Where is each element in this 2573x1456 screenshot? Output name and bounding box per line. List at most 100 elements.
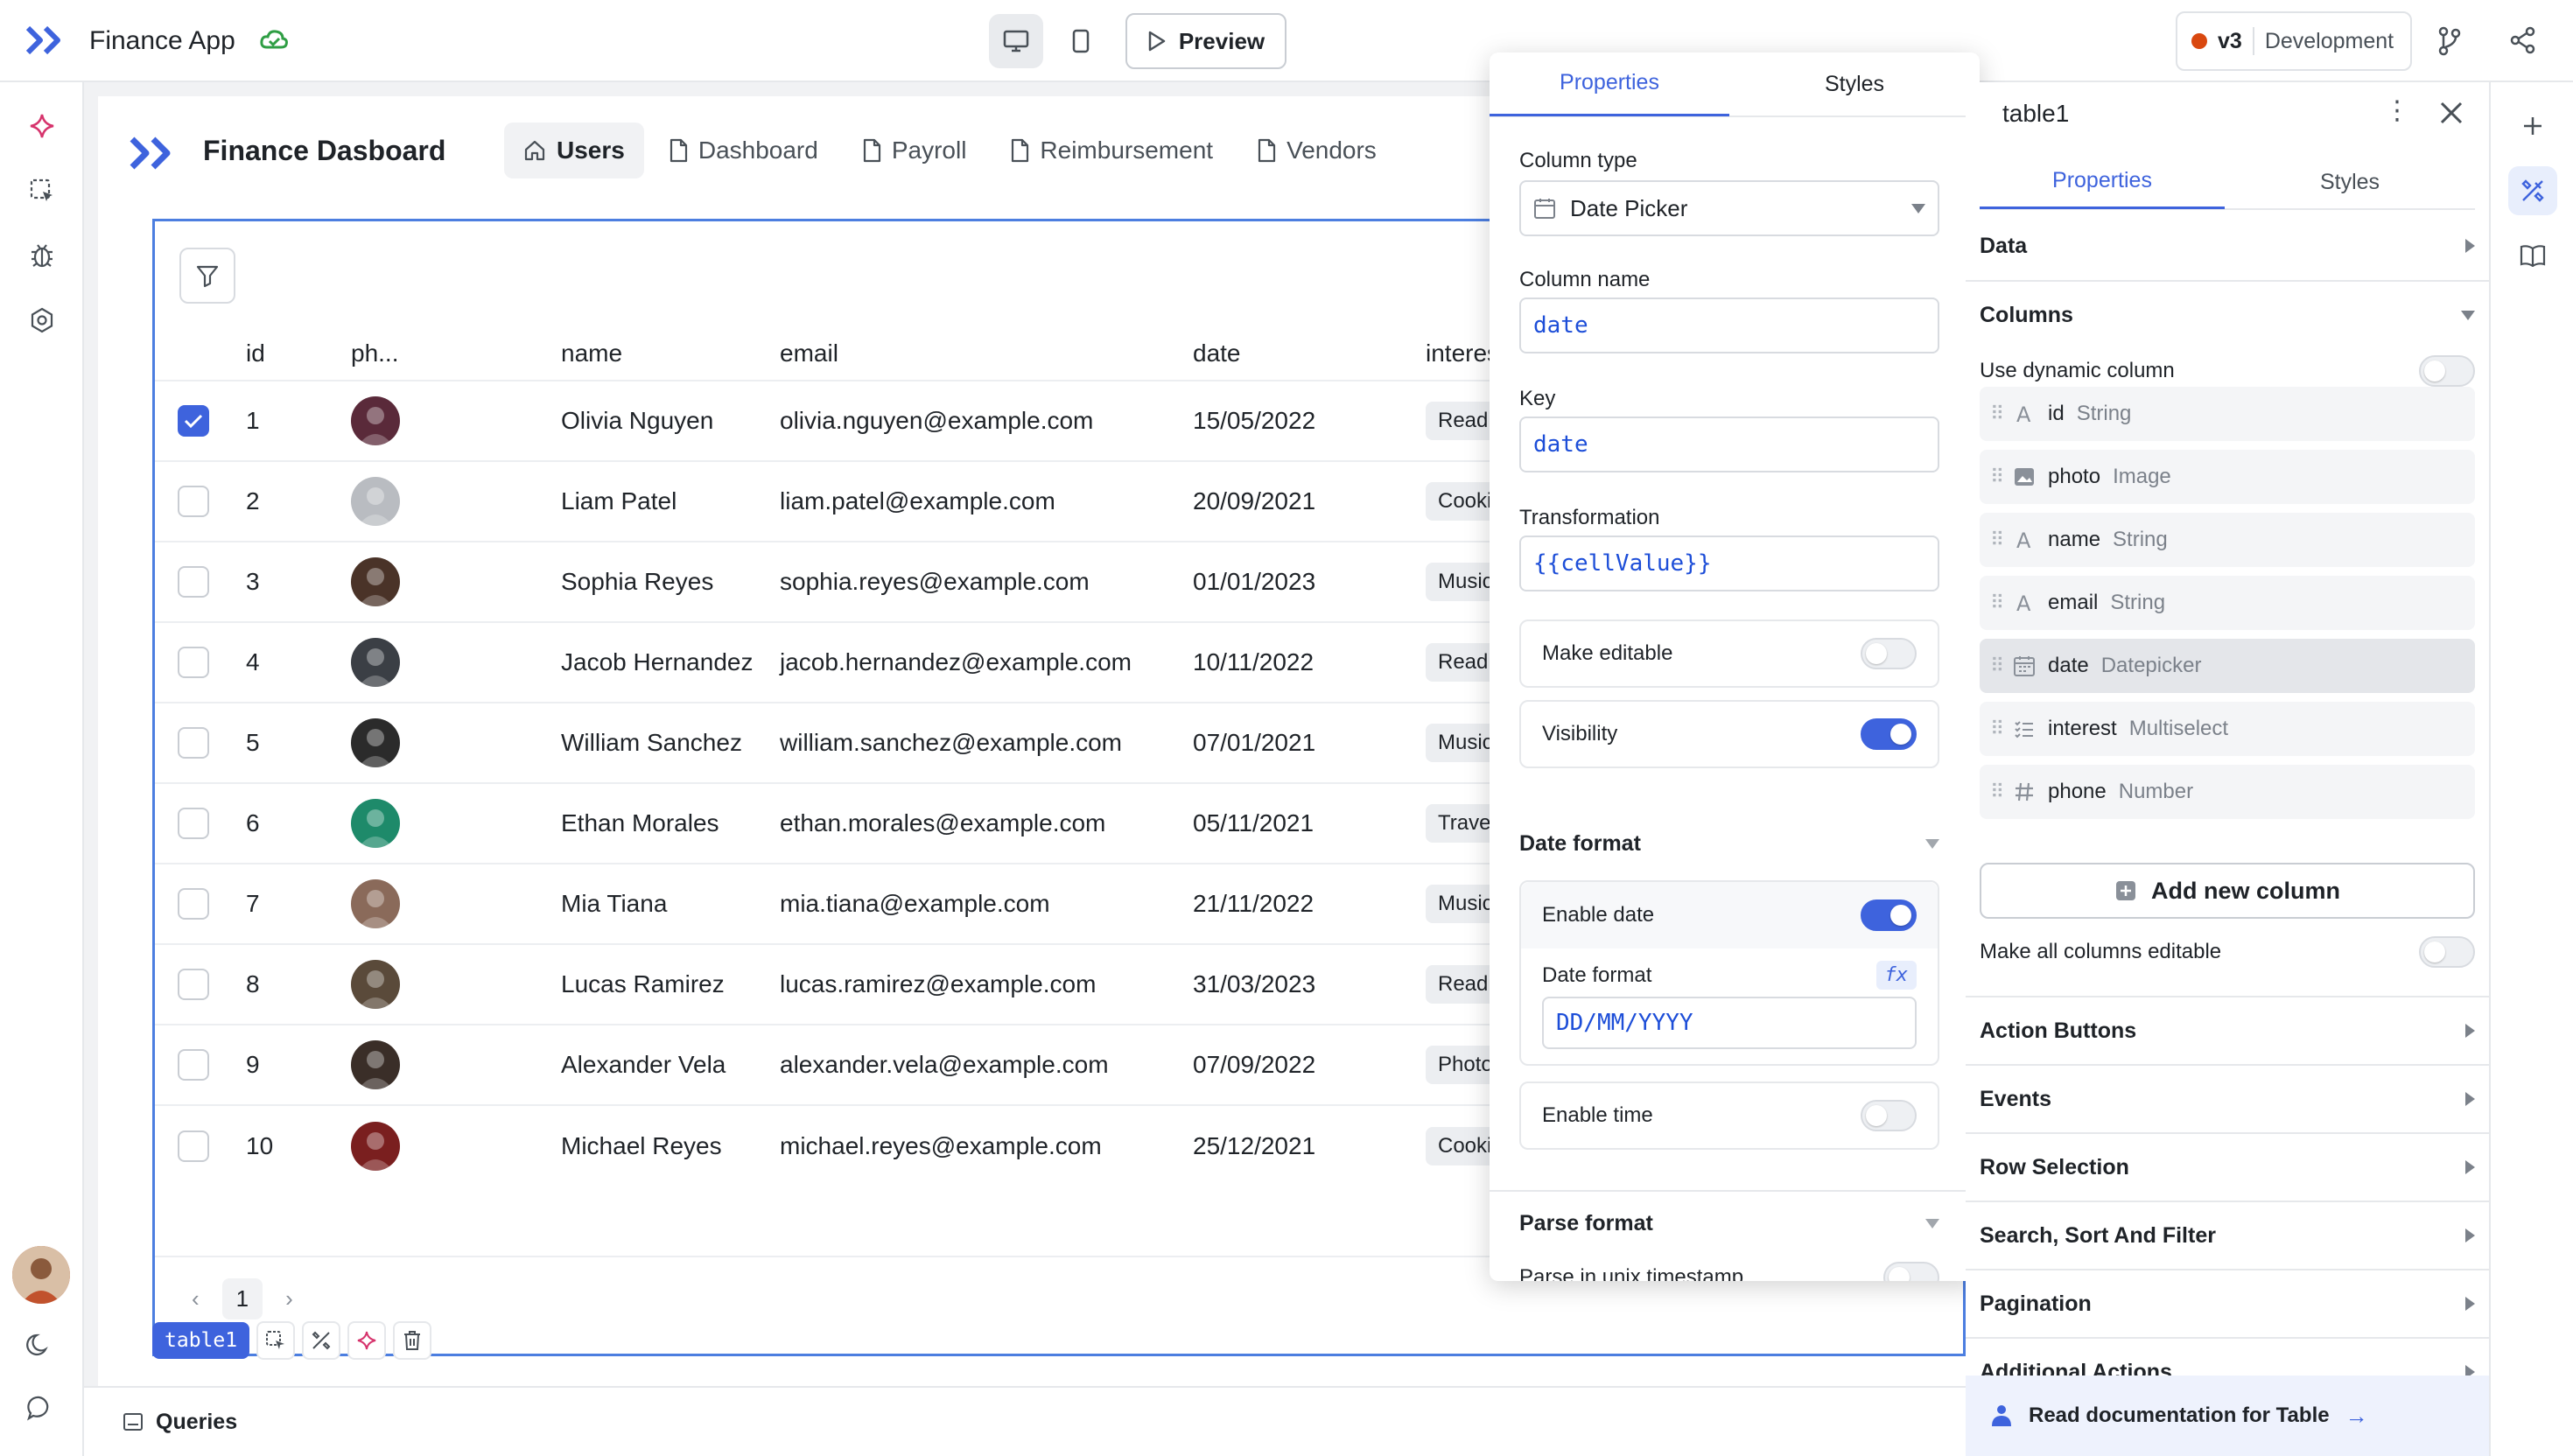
header-email[interactable]: email [780,326,1193,381]
section-columns[interactable]: Columns [1966,280,2489,348]
widget-name-badge[interactable]: table1 [152,1322,250,1359]
chevron-left-icon[interactable]: ‹ [192,1285,200,1312]
inspector-tab-styles[interactable]: Styles [2225,155,2475,209]
documentation-link[interactable]: Read documentation for Table → [1966,1376,2489,1456]
cell-date[interactable]: 21/11/2022 [1193,863,1426,944]
inspector-title[interactable]: table1 [2002,100,2069,128]
key-input[interactable]: date [1519,416,1939,472]
inspect-button[interactable] [302,1321,341,1360]
row-checkbox[interactable] [178,888,209,920]
parse-unix-toggle[interactable] [1883,1262,1939,1281]
tab-payroll[interactable]: Payroll [843,122,986,178]
environment-selector[interactable]: v3 Development [2176,11,2412,71]
row-checkbox[interactable] [178,647,209,678]
column-item-date[interactable]: ⠿ date Datepicker [1980,639,2475,693]
queries-panel[interactable]: Queries [84,1386,1966,1456]
mobile-view-button[interactable] [1054,14,1108,68]
drag-handle-icon[interactable]: ⠿ [1990,718,2009,740]
ai-sparkle-button[interactable] [18,102,67,150]
row-checkbox[interactable] [178,486,209,517]
parse-format-section-header[interactable]: Parse format [1519,1211,1939,1236]
chevron-right-icon[interactable]: › [285,1285,293,1312]
row-checkbox[interactable] [178,969,209,1000]
cell-date[interactable]: 07/01/2021 [1193,702,1426,783]
app-logo[interactable] [26,26,65,54]
inspector-tab-properties[interactable]: Properties [1980,155,2225,209]
drag-handle-icon[interactable]: ⠿ [1990,528,2009,551]
make-editable-toggle[interactable] [1861,638,1917,669]
header-date[interactable]: date [1193,326,1426,381]
section-pagination[interactable]: Pagination [1966,1269,2489,1337]
column-item-phone[interactable]: ⠿ phone Number [1980,765,2475,819]
settings-button[interactable] [18,296,67,345]
desktop-view-button[interactable] [989,14,1043,68]
fx-toggle[interactable]: fx [1875,961,1917,990]
select-tool-button[interactable] [18,166,67,215]
row-checkbox[interactable] [178,405,209,437]
header-name[interactable]: name [561,326,780,381]
row-checkbox[interactable] [178,808,209,839]
tab-users[interactable]: Users [504,122,644,178]
column-type-select[interactable]: Date Picker [1519,180,1939,236]
preview-button[interactable]: Preview [1125,13,1286,69]
add-column-button[interactable]: Add new column [1980,863,2475,919]
date-format-input[interactable]: DD/MM/YYYY [1542,997,1917,1049]
visibility-toggle[interactable] [1861,718,1917,750]
cell-date[interactable]: 10/11/2022 [1193,621,1426,703]
branch-icon[interactable] [2436,26,2463,60]
tab-vendors[interactable]: Vendors [1237,122,1396,178]
column-name-input[interactable]: date [1519,298,1939,354]
column-item-id[interactable]: ⠿ A id String [1980,387,2475,441]
column-item-email[interactable]: ⠿ A email String [1980,576,2475,630]
row-checkbox[interactable] [178,566,209,598]
dark-mode-icon[interactable] [26,1332,53,1362]
use-dynamic-toggle[interactable] [2419,355,2475,387]
drag-handle-icon[interactable]: ⠿ [1990,402,2009,425]
row-checkbox[interactable] [178,1049,209,1081]
make-all-editable-toggle[interactable] [2419,936,2475,968]
close-icon[interactable] [2438,100,2464,130]
cell-date[interactable]: 31/03/2023 [1193,943,1426,1025]
column-item-interest[interactable]: ⠿ interest Multiselect [1980,702,2475,756]
drag-handle-icon[interactable]: ⠿ [1990,780,2009,803]
page-number[interactable]: 1 [221,1278,263,1320]
date-format-section-header[interactable]: Date format [1519,831,1939,857]
delete-widget-button[interactable] [393,1321,432,1360]
share-icon[interactable] [2510,26,2536,59]
drag-handle-icon[interactable]: ⠿ [1990,592,2009,614]
drag-handle-icon[interactable]: ⠿ [1990,654,2009,677]
debugger-button[interactable] [18,231,67,280]
section-row-selection[interactable]: Row Selection [1966,1132,2489,1200]
inspector-toggle-button[interactable] [2508,166,2557,215]
ai-button[interactable] [347,1321,387,1360]
header-id[interactable]: id [246,326,351,381]
tab-dashboard[interactable]: Dashboard [649,122,838,178]
row-checkbox[interactable] [178,1130,209,1162]
docs-button[interactable] [2508,231,2557,280]
cell-date[interactable]: 20/09/2021 [1193,460,1426,542]
chat-icon[interactable] [26,1395,53,1425]
cell-date[interactable]: 05/11/2021 [1193,782,1426,864]
column-item-name[interactable]: ⠿ A name String [1980,513,2475,567]
cell-date[interactable]: 15/05/2022 [1193,380,1426,461]
column-item-photo[interactable]: ⠿ photo Image [1980,450,2475,504]
tab-reimbursement[interactable]: Reimbursement [991,122,1232,178]
section-data[interactable]: Data [1966,212,2489,280]
drag-handle-icon[interactable]: ⠿ [1990,466,2009,488]
section-search-sort-and-filter[interactable]: Search, Sort And Filter [1966,1200,2489,1269]
cell-date[interactable]: 25/12/2021 [1193,1104,1426,1186]
transformation-input[interactable]: {{cellValue}} [1519,536,1939,592]
popover-tab-properties[interactable]: Properties [1490,52,1729,116]
enable-date-toggle[interactable] [1861,900,1917,931]
header-photo[interactable]: ph... [351,326,561,381]
section-events[interactable]: Events [1966,1064,2489,1132]
cell-date[interactable]: 07/09/2022 [1193,1024,1426,1105]
filter-button[interactable] [179,248,235,304]
enable-time-toggle[interactable] [1861,1100,1917,1131]
row-checkbox[interactable] [178,727,209,759]
add-widget-button[interactable] [2508,102,2557,150]
kebab-menu-icon[interactable]: ⋮ [2384,98,2410,124]
cell-date[interactable]: 01/01/2023 [1193,541,1426,622]
popover-tab-styles[interactable]: Styles [1729,52,1980,116]
section-action-buttons[interactable]: Action Buttons [1966,996,2489,1064]
